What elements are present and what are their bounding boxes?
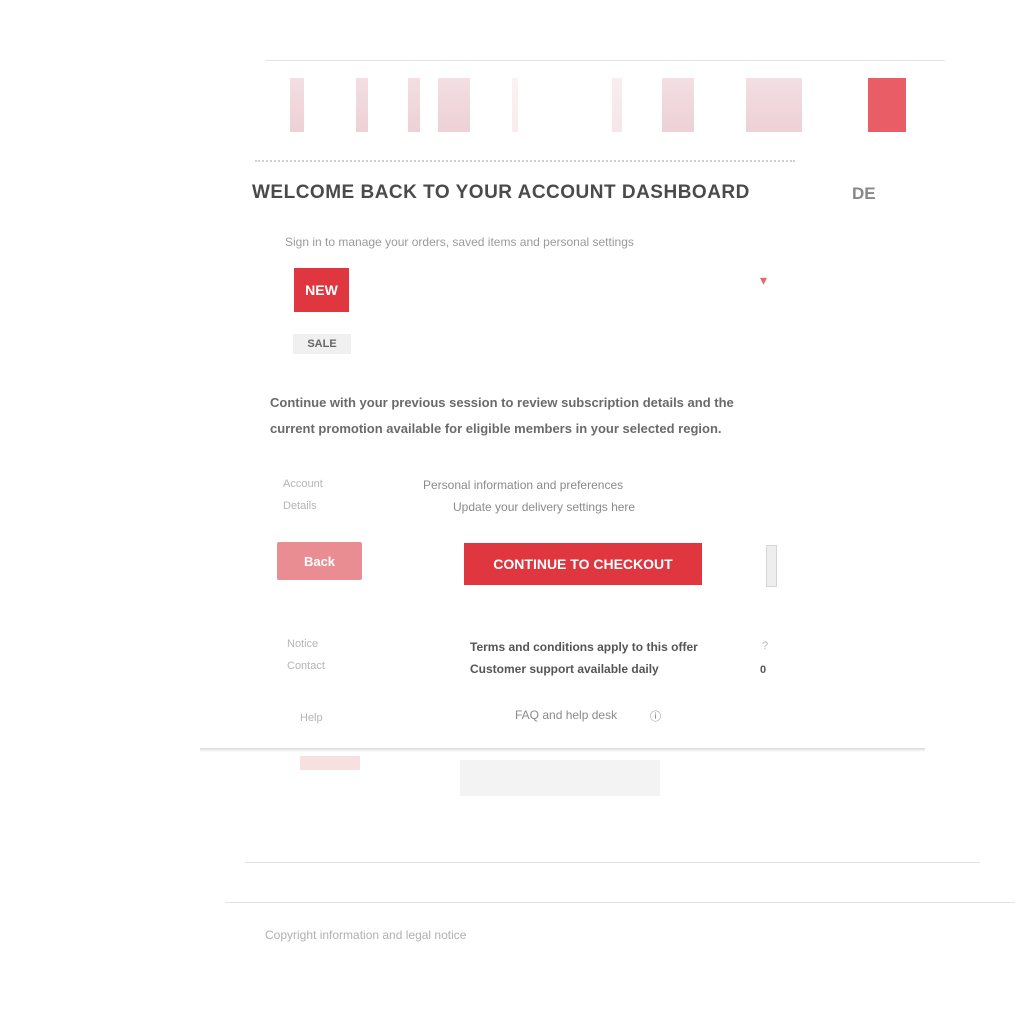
brand-logo-segment: [438, 78, 470, 132]
sale-tag: SALE: [293, 334, 351, 354]
footer-divider: [225, 902, 1015, 903]
new-badge: NEW: [294, 268, 349, 312]
row-label: Contact: [287, 660, 325, 672]
row-label: Notice: [287, 638, 319, 650]
info-icon[interactable]: ⓘ: [650, 708, 661, 724]
card-bottom-edge: [200, 748, 925, 752]
page-title: WELCOME BACK TO YOUR ACCOUNT DASHBOARD: [252, 182, 750, 203]
row-counter: 0: [760, 664, 767, 676]
page-subtitle: Sign in to manage your orders, saved ite…: [285, 235, 634, 249]
top-divider: [265, 60, 945, 61]
row-label: Account: [283, 478, 323, 490]
back-button[interactable]: Back: [277, 542, 362, 580]
row-label: Details: [283, 500, 317, 512]
brand-logo-segment: [356, 78, 368, 132]
language-switch[interactable]: DE: [852, 184, 876, 204]
description: Continue with your previous session to r…: [270, 390, 795, 442]
headline-rule: [255, 160, 795, 170]
page: WELCOME BACK TO YOUR ACCOUNT DASHBOARD D…: [0, 0, 1024, 1024]
footer-text: Copyright information and legal notice: [265, 928, 467, 942]
description-line: Continue with your previous session to r…: [270, 395, 734, 410]
help-icon[interactable]: ?: [762, 640, 768, 652]
row-text: Terms and conditions apply to this offer: [470, 640, 698, 654]
row-text: Personal information and preferences: [423, 478, 624, 492]
brand-logo-segment: [746, 78, 802, 132]
row-text[interactable]: FAQ and help desk: [515, 708, 635, 722]
brand-logo-segment: [662, 78, 694, 132]
continue-button[interactable]: CONTINUE TO CHECKOUT: [464, 543, 702, 585]
background-panel: [460, 760, 660, 796]
brand-logo-segment: [408, 78, 420, 132]
footer-divider: [245, 862, 980, 863]
brand-banner: [290, 78, 910, 132]
description-line: current promotion available for eligible…: [270, 421, 722, 436]
chevron-down-icon[interactable]: ▾: [760, 272, 767, 289]
row-text: Update your delivery settings here: [453, 500, 636, 514]
scroll-handle[interactable]: [766, 545, 777, 587]
brand-logo-segment: [512, 78, 518, 132]
brand-logo-accent: [868, 78, 906, 132]
background-accent: [300, 756, 360, 770]
row-label: Help: [300, 712, 323, 724]
brand-logo-segment: [290, 78, 304, 132]
brand-logo-segment: [612, 78, 622, 132]
row-text[interactable]: Customer support available daily: [470, 662, 695, 676]
